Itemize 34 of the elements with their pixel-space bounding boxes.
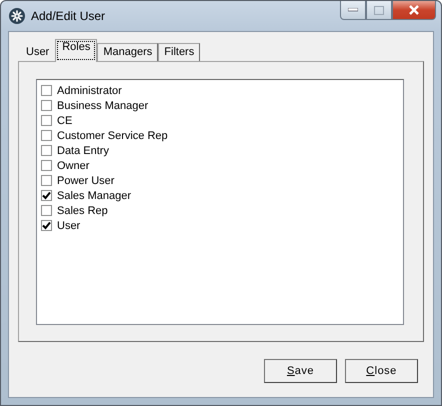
role-label: Power User [57, 174, 114, 186]
tab[interactable]: Roles [55, 39, 98, 62]
role-label: Sales Manager [57, 190, 131, 202]
checkbox[interactable] [41, 115, 52, 126]
role-label: Data Entry [57, 144, 109, 156]
checkbox[interactable] [41, 220, 52, 231]
checkbox[interactable] [41, 205, 52, 216]
tab[interactable]: User [20, 43, 56, 61]
checkbox[interactable] [41, 85, 52, 96]
role-label: Administrator [57, 84, 122, 96]
minimize-button[interactable] [340, 1, 366, 20]
tab[interactable]: Filters [158, 43, 200, 61]
checkbox[interactable] [41, 130, 52, 141]
role-label: User [57, 220, 80, 232]
maximize-button[interactable] [366, 1, 392, 20]
close-dialog-button[interactable]: Close [345, 359, 418, 383]
minimize-icon [348, 8, 358, 12]
checkbox[interactable] [41, 145, 52, 156]
close-icon [408, 5, 420, 15]
window-title: Add/Edit User [31, 9, 106, 23]
close-button[interactable] [392, 1, 436, 20]
app-icon [9, 8, 25, 24]
role-label: CE [57, 114, 72, 126]
maximize-icon [374, 6, 384, 14]
save-button[interactable]: Save [264, 359, 337, 383]
checkbox[interactable] [41, 175, 52, 186]
checkbox[interactable] [41, 160, 52, 171]
role-label: Business Manager [57, 100, 148, 112]
checkbox[interactable] [41, 100, 52, 111]
tab[interactable]: Managers [97, 43, 158, 61]
role-label: Owner [57, 160, 90, 172]
role-label: Sales Rep [57, 204, 108, 216]
checkbox[interactable] [41, 190, 52, 201]
role-label: Customer Service Rep [57, 130, 168, 142]
